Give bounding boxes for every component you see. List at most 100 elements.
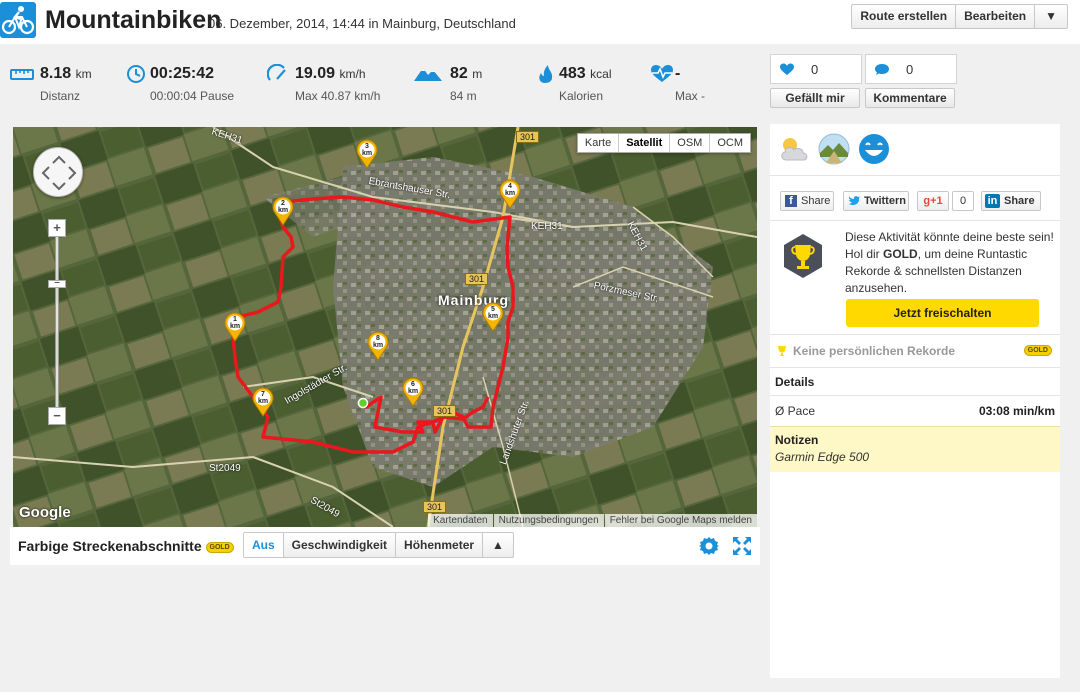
calories-unit: kcal [590, 67, 612, 81]
fullscreen-icon[interactable] [732, 536, 752, 556]
no-records-label: Keine persönlichen Rekorde [793, 344, 956, 358]
zoom-out-button[interactable]: − [48, 407, 66, 425]
km-marker[interactable]: 8 km [367, 331, 389, 361]
facebook-share-label: Share [801, 195, 831, 207]
heart-rate-value: - [675, 65, 681, 82]
unlock-gold-button[interactable]: Jetzt freischalten [846, 299, 1039, 327]
zoom-slider-track[interactable] [55, 223, 59, 423]
segment-elevation-button[interactable]: Höhenmeter [396, 533, 484, 557]
km-marker[interactable]: 7 km [252, 387, 274, 417]
comments-button[interactable]: Kommentare [865, 88, 955, 108]
small-trophy-icon [778, 346, 786, 356]
cloudy-weather-icon [781, 138, 808, 161]
km-marker[interactable]: 3 km [356, 139, 378, 169]
heart-rate-icon [651, 65, 673, 82]
records-gold-badge: GOLD [1023, 345, 1052, 356]
header: Mountainbiken 06. Dezember, 2014, 14:44 … [0, 0, 1080, 44]
map-data-link[interactable]: Kartendaten [428, 514, 493, 527]
km-marker-label: 1 km [229, 316, 241, 330]
km-marker-label: 4 km [504, 183, 516, 197]
mountain-icon [414, 68, 442, 81]
share-row: f Share Twittern g+1 0 in Share [770, 176, 1060, 220]
twitter-bird-icon [849, 196, 861, 206]
gold-promo-bold: GOLD [883, 247, 918, 261]
distance-value: 8.18 [40, 65, 72, 82]
stat-calories: 483 kcal Kalorien [536, 60, 636, 110]
map-attribution: Kartendaten Nutzungsbedingungen Fehler b… [427, 514, 757, 527]
details-heading: Details [770, 367, 1060, 395]
km-marker[interactable]: 2 km [272, 196, 294, 226]
stat-speed: 19.09 km/h Max 40.87 km/h [267, 60, 407, 110]
calories-label: Kalorien [559, 89, 604, 103]
activity-sidebar: f Share Twittern g+1 0 in Share Diese Ak… [770, 124, 1060, 678]
notes-text: Garmin Edge 500 [775, 450, 870, 464]
stat-elevation: 82 m 84 m [414, 60, 514, 110]
map-type-switch: Karte Satellit OSM OCM [576, 133, 751, 153]
segment-off-button[interactable]: Aus [244, 533, 284, 557]
edit-button[interactable]: Bearbeiten [956, 5, 1036, 28]
route-segments-bar: Farbige Streckenabschnitte GOLD Aus Gesc… [10, 527, 760, 565]
max-speed-value: Max 40.87 km/h [295, 89, 381, 103]
route-segments-label: Farbige Streckenabschnitte [18, 538, 202, 554]
street-label: St2049 [209, 463, 241, 474]
pan-arrows-icon [41, 155, 77, 191]
zoom-slider-handle[interactable]: – [48, 278, 66, 288]
map-type-ocm[interactable]: OCM [710, 134, 750, 152]
distance-unit: km [75, 67, 92, 81]
header-actions: Route erstellen Bearbeiten ▼ [851, 4, 1068, 29]
map-type-osm[interactable]: OSM [670, 134, 711, 152]
activity-stats: 8.18 km Distanz 00:25:42 00:00:04 Pause … [0, 60, 760, 110]
facebook-share-button[interactable]: f Share [780, 191, 834, 211]
pan-control[interactable] [33, 147, 83, 197]
personal-records-row: Keine persönlichen Rekorde GOLD [770, 334, 1060, 366]
more-dropdown-button[interactable]: ▼ [1035, 5, 1067, 28]
like-button[interactable]: Gefällt mir [770, 88, 860, 108]
km-marker[interactable]: 1 km [224, 312, 246, 342]
km-marker[interactable]: 5 km [482, 302, 504, 332]
km-marker[interactable]: 6 km [402, 377, 424, 407]
linkedin-icon: in [985, 194, 1000, 208]
trail-surface-icon [818, 133, 850, 165]
map-type-karte[interactable]: Karte [578, 134, 620, 152]
km-marker-label: 7 km [257, 391, 269, 405]
zoom-in-button[interactable]: + [48, 219, 66, 237]
map-type-satellit[interactable]: Satellit [619, 134, 671, 152]
stat-duration: 00:25:42 00:00:04 Pause [126, 60, 256, 110]
page-title: Mountainbiken [45, 6, 222, 34]
happy-mood-icon [859, 134, 889, 164]
heart-icon [780, 63, 794, 75]
pace-label: Ø Pace [775, 404, 816, 418]
pace-value: 03:08 min/km [978, 404, 1055, 418]
gplus-count: 0 [952, 191, 974, 211]
comments-count-box: 0 [865, 54, 957, 84]
notes-heading: Notizen [775, 433, 819, 447]
terms-link[interactable]: Nutzungsbedingungen [493, 514, 604, 527]
elevation-loss-value: 84 m [450, 89, 477, 103]
duration-value: 00:25:42 [150, 65, 215, 82]
ruler-icon [10, 69, 34, 80]
elevation-gain-value: 82 [450, 65, 468, 82]
route-map[interactable]: KEH31 301 Ebrantshauser Str. KEH31 KEH31… [13, 127, 757, 527]
likes-count: 0 [811, 62, 819, 77]
linkedin-share-button[interactable]: in Share [981, 191, 1041, 211]
km-marker-label: 2 km [277, 200, 289, 214]
facebook-icon: f [785, 195, 797, 207]
gplus-button[interactable]: g+1 [917, 191, 949, 211]
activity-date-location: 06. Dezember, 2014, 14:44 in Mainburg, D… [208, 16, 516, 31]
segment-speed-button[interactable]: Geschwindigkeit [284, 533, 397, 557]
gear-icon[interactable] [699, 536, 719, 556]
linkedin-share-label: Share [1004, 195, 1035, 207]
road-shield: 301 [433, 405, 457, 417]
twitter-share-button[interactable]: Twittern [843, 191, 909, 211]
km-marker[interactable]: 4 km [499, 179, 521, 209]
clock-icon [127, 65, 145, 83]
segment-toggle-button[interactable]: ▲ [483, 533, 513, 557]
elevation-unit: m [472, 67, 483, 81]
speedometer-icon [267, 64, 286, 81]
road-shield: 301 [516, 131, 540, 143]
report-error-link[interactable]: Fehler bei Google Maps melden [604, 514, 757, 527]
create-route-button[interactable]: Route erstellen [852, 5, 957, 28]
twitter-share-label: Twittern [864, 195, 906, 207]
speed-value: 19.09 [295, 65, 336, 82]
gold-badge: GOLD [205, 541, 234, 553]
